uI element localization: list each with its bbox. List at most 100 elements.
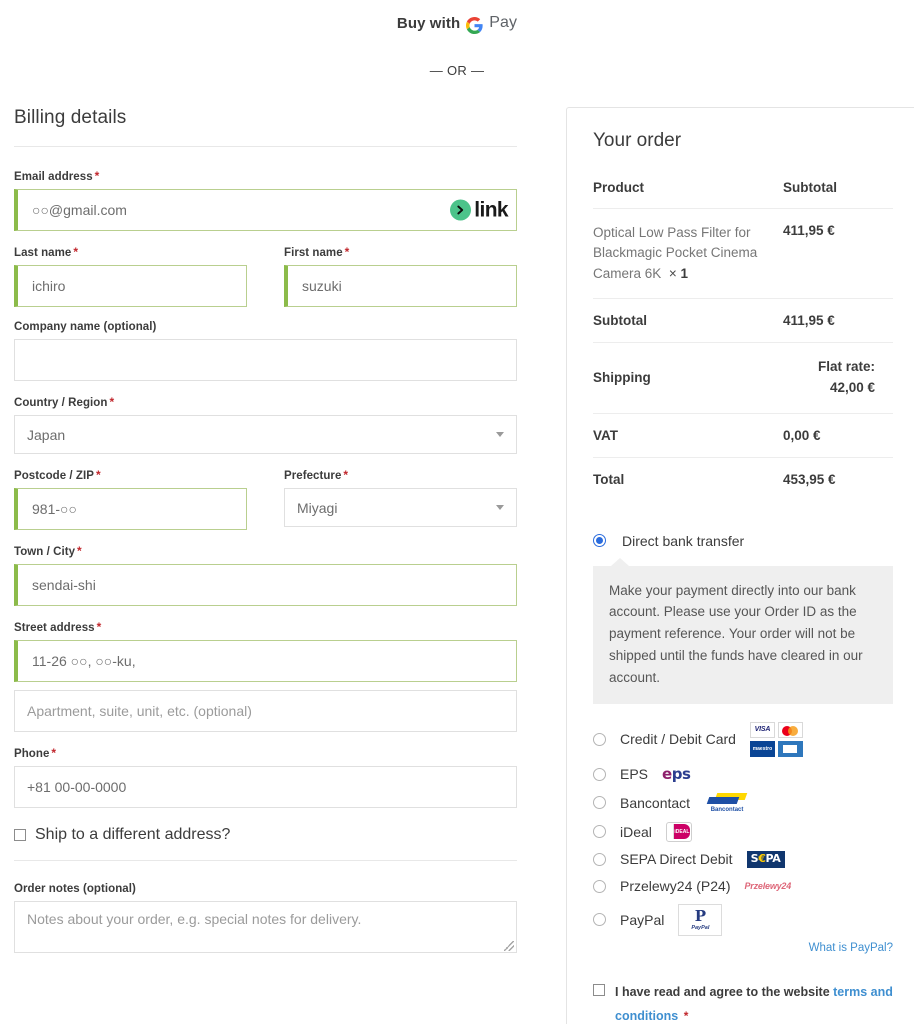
google-g-icon	[466, 16, 483, 34]
address2-input[interactable]: Apartment, suite, unit, etc. (optional)	[14, 690, 517, 732]
radio-bacs[interactable]	[593, 534, 606, 548]
chevron-down-icon	[496, 505, 504, 510]
payment-method-paypal-label: PayPal	[620, 911, 665, 928]
ship-different-address-row[interactable]: Ship to a different address?	[14, 826, 517, 860]
radio-sepa[interactable]	[593, 852, 606, 866]
order-table-header-row: Product Subtotal	[593, 180, 893, 209]
line-item-quantity: × 1	[665, 266, 688, 281]
postcode-input[interactable]: 981-○○	[14, 488, 247, 530]
payment-method-card-label: Credit / Debit Card	[620, 731, 736, 748]
last-name-input[interactable]: ichiro	[14, 265, 247, 307]
radio-ideal[interactable]	[593, 825, 606, 839]
ideal-icon: iDEAL	[665, 821, 692, 842]
country-label: Country / Region *	[14, 395, 115, 409]
required-star: *	[343, 468, 349, 482]
subtotal-value-cell: 411,95 €	[783, 297, 893, 343]
card-brand-logos: VISA maestro	[749, 721, 804, 757]
last-name-field-group: Last name * ichiro	[14, 245, 247, 307]
city-value: sendai-shi	[32, 577, 96, 593]
order-notes-label: Order notes (optional)	[14, 883, 136, 895]
subtotal-label-cell: Subtotal	[593, 297, 783, 343]
required-star: *	[51, 746, 57, 760]
google-pay-button[interactable]: Buy with Pay	[0, 14, 914, 34]
vat-value-cell: 0,00 €	[783, 412, 893, 458]
order-notes-textarea[interactable]: Notes about your order, e.g. special not…	[14, 901, 517, 953]
order-total-row: Total 453,95 €	[593, 456, 893, 501]
total-label-cell: Total	[593, 456, 783, 501]
radio-eps[interactable]	[593, 767, 606, 781]
payment-method-bancontact[interactable]: Bancontact Bancontact	[593, 788, 893, 818]
link-arrow-icon	[450, 199, 472, 221]
payment-method-bacs[interactable]: Direct bank transfer	[593, 519, 893, 553]
express-checkout-area: Buy with Pay — OR —	[0, 0, 914, 78]
radio-paypal[interactable]	[593, 913, 606, 927]
ship-different-address-label: Ship to a different address?	[35, 826, 231, 843]
radio-bancontact[interactable]	[593, 796, 606, 810]
mastercard-icon	[777, 721, 803, 738]
resize-handle-icon[interactable]	[504, 941, 514, 951]
column-header-subtotal: Subtotal	[783, 180, 837, 195]
postcode-label: Postcode / ZIP *	[14, 468, 101, 482]
stripe-link-badge[interactable]: link	[450, 198, 509, 222]
billing-details-section: Billing details Email address * ○○@gmail.…	[0, 107, 566, 953]
required-star: *	[94, 169, 100, 183]
line-item-amount: 411,95 €	[783, 223, 835, 238]
terms-checkbox[interactable]	[593, 983, 605, 996]
company-input[interactable]	[14, 339, 517, 381]
payment-method-paypal[interactable]: PayPal P PayPal	[593, 900, 893, 940]
city-input[interactable]: sendai-shi	[14, 564, 517, 606]
bank-transfer-note: Make your payment directly into our bank…	[593, 557, 893, 704]
first-name-input[interactable]: suzuki	[284, 265, 517, 307]
what-is-paypal-link[interactable]: What is PayPal?	[593, 942, 893, 954]
link-wordmark: link	[474, 198, 508, 222]
street-field-group: Street address * 11-26 ○○, ○○-ku,	[14, 620, 517, 682]
radio-card[interactable]	[593, 732, 606, 746]
vat-label: VAT	[593, 427, 618, 443]
radio-p24[interactable]	[593, 879, 606, 893]
postcode-value: 981-○○	[32, 501, 77, 517]
prefecture-select[interactable]: Miyagi	[284, 488, 517, 527]
shipping-label-cell: Shipping	[593, 341, 783, 414]
country-select-value: Japan	[27, 426, 66, 443]
order-vat-row: VAT 0,00 €	[593, 412, 893, 458]
required-star: *	[109, 395, 115, 409]
sepa-icon: S€PA	[746, 851, 785, 868]
quantity-value: 1	[680, 265, 688, 281]
order-notes-group: Order notes (optional) Notes about your …	[14, 883, 517, 953]
country-select[interactable]: Japan	[14, 415, 517, 454]
required-star: *	[77, 544, 82, 558]
email-label: Email address *	[14, 169, 100, 183]
first-name-field-group: First name * suzuki	[284, 245, 517, 307]
payment-method-eps[interactable]: EPS e ps	[593, 761, 893, 788]
email-input-value: ○○@gmail.com	[32, 202, 127, 218]
phone-input[interactable]: +81 00-00-0000	[14, 766, 517, 808]
line-item-product-cell: Optical Low Pass Filter for Blackmagic P…	[593, 208, 783, 299]
email-input[interactable]: ○○@gmail.com	[14, 189, 517, 231]
ship-different-address-checkbox[interactable]	[14, 829, 26, 841]
first-name-value: suzuki	[302, 278, 342, 294]
or-divider: — OR —	[429, 63, 485, 78]
google-pay-word-label: Pay	[489, 14, 518, 31]
country-field-group: Country / Region * Japan	[14, 395, 517, 454]
phone-field-group: Phone * +81 00-00-0000	[14, 746, 517, 808]
email-field-group: Email address * ○○@gmail.com link	[14, 169, 517, 231]
payment-method-bancontact-label: Bancontact	[620, 794, 691, 811]
city-field-group: Town / City * sendai-shi	[14, 544, 517, 606]
payment-method-p24[interactable]: Przelewy24 (P24) Przelewy24	[593, 873, 893, 900]
ship-divider	[14, 860, 517, 861]
payment-method-bacs-label: Direct bank transfer	[622, 532, 745, 549]
order-summary-title: Your order	[593, 130, 682, 151]
line-item-amount-cell: 411,95 €	[783, 208, 893, 299]
vat-value: 0,00 €	[783, 427, 821, 443]
shipping-amount: 42,00 €	[829, 379, 875, 395]
street-input[interactable]: 11-26 ○○, ○○-ku,	[14, 640, 517, 682]
postcode-field-group: Postcode / ZIP * 981-○○	[14, 468, 247, 530]
chevron-down-icon	[496, 432, 504, 437]
payment-method-sepa[interactable]: SEPA Direct Debit S€PA	[593, 846, 893, 873]
payment-method-ideal[interactable]: iDeal iDEAL	[593, 818, 893, 846]
terms-row[interactable]: I have read and agree to the website ter…	[593, 980, 893, 1024]
payment-method-card[interactable]: Credit / Debit Card VISA maestro	[593, 718, 893, 761]
total-value-cell: 453,95 €	[783, 456, 893, 501]
google-pay-prefix-label: Buy with	[396, 14, 461, 32]
title-divider	[14, 146, 517, 147]
